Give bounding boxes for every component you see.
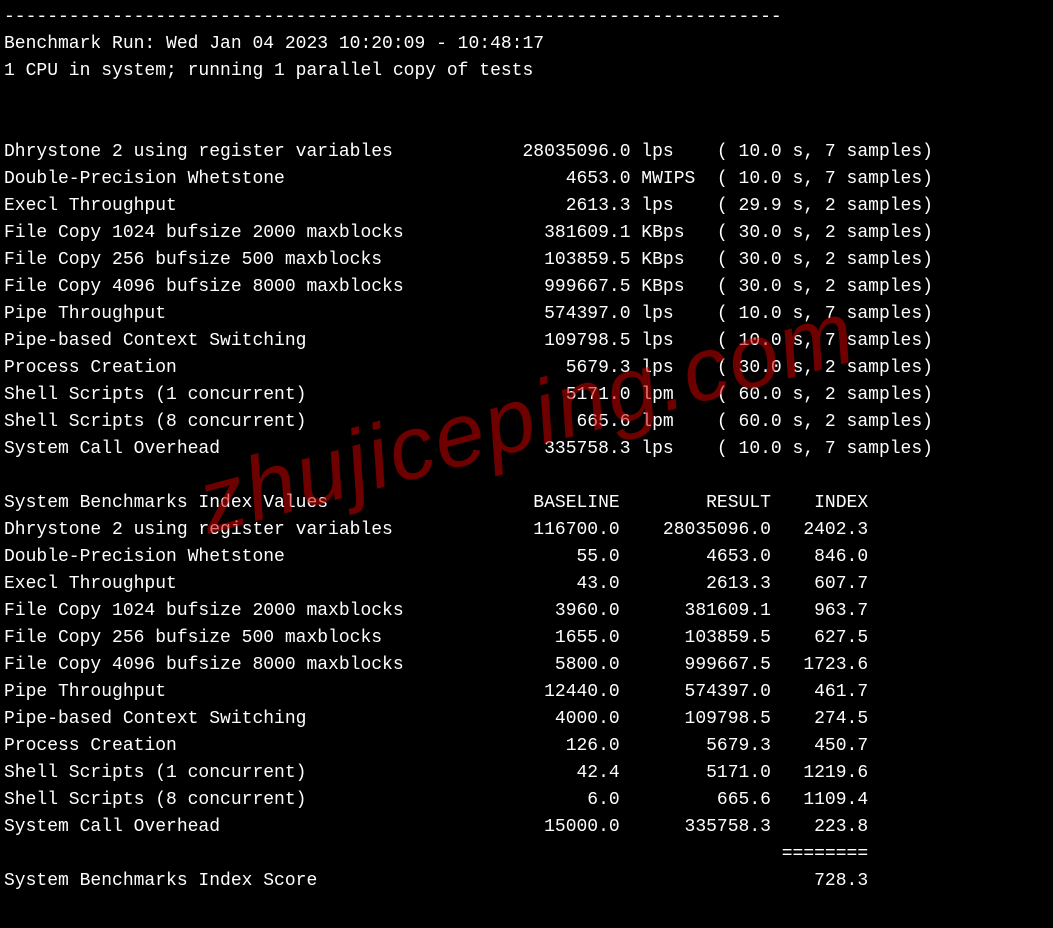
terminal-screenshot: ----------------------------------------… (0, 0, 1053, 928)
benchmark-output: ----------------------------------------… (4, 4, 1053, 895)
